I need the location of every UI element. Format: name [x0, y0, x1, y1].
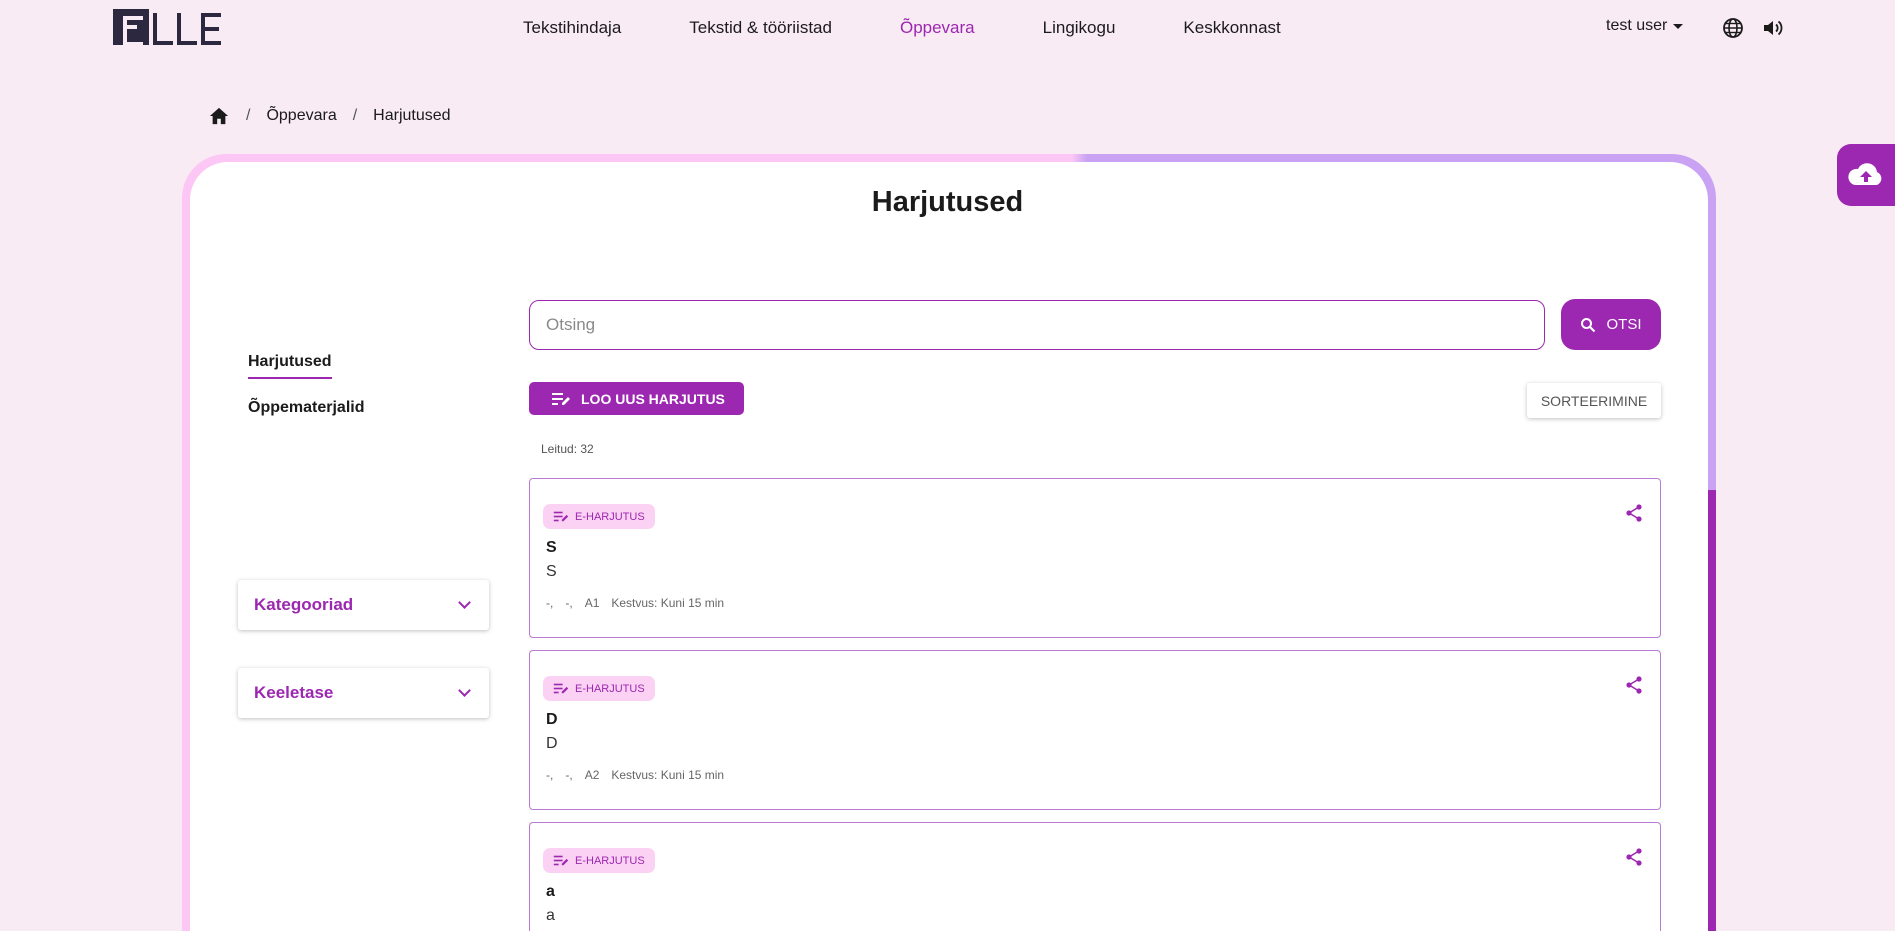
nav-item-lingikogu[interactable]: Lingikogu	[1043, 18, 1116, 38]
breadcrumb-separator: /	[246, 107, 251, 124]
meta-subcategory: -,	[565, 768, 573, 782]
logo-letter-e	[201, 13, 221, 45]
caret-down-icon	[1673, 23, 1684, 29]
exercise-description: D	[546, 735, 558, 752]
logo-e-box	[113, 9, 149, 46]
meta-category: -,	[546, 768, 554, 782]
edit-note-icon	[553, 511, 569, 522]
user-name: test user	[1606, 17, 1668, 34]
exercise-type-badge: E-HARJUTUS	[543, 504, 655, 529]
exercise-description: a	[546, 907, 555, 924]
badge-label: E-HARJUTUS	[575, 854, 645, 867]
search-icon	[1581, 317, 1596, 332]
sort-button[interactable]: SORTEERIMINE	[1527, 383, 1661, 418]
exercise-meta: -, -, A2 Kestvus: Kuni 15 min	[546, 768, 724, 782]
speaker-icon[interactable]	[1761, 16, 1785, 40]
edit-note-icon	[553, 855, 569, 866]
header: Tekstihindaja Tekstid & tööriistad Õppev…	[0, 0, 1895, 56]
badge-label: E-HARJUTUS	[575, 682, 645, 695]
page-title: Harjutused	[871, 186, 1024, 218]
nav-item-tekstid[interactable]: Tekstid & tööriistad	[689, 18, 832, 38]
exercise-title: S	[546, 539, 557, 556]
exercise-title: D	[546, 711, 558, 728]
share-icon[interactable]	[1624, 847, 1644, 867]
exercise-title: a	[546, 883, 555, 900]
home-icon[interactable]	[208, 106, 230, 126]
exercise-card[interactable]: E-HARJUTUS S S -, -, A1 Kestvus: Kuni 15…	[529, 478, 1661, 638]
filter-kategooriad[interactable]: Kategooriad	[238, 580, 489, 630]
exercise-description: S	[546, 563, 557, 580]
search-button-label: OTSI	[1606, 316, 1642, 333]
breadcrumb-item-oppevara[interactable]: Õppevara	[266, 107, 336, 125]
meta-duration: Kestvus: Kuni 15 min	[611, 768, 725, 782]
user-menu[interactable]: test user	[1606, 17, 1684, 35]
exercise-type-badge: E-HARJUTUS	[543, 676, 655, 701]
breadcrumb-item-harjutused: Harjutused	[373, 107, 451, 124]
chevron-down-icon	[458, 596, 471, 609]
exercise-card[interactable]: E-HARJUTUS a a	[529, 822, 1661, 931]
exercise-meta: -, -, A1 Kestvus: Kuni 15 min	[546, 596, 724, 610]
logo-letter-l1	[153, 13, 173, 45]
meta-level: A1	[584, 596, 600, 610]
main-nav: Tekstihindaja Tekstid & tööriistad Õppev…	[523, 0, 1349, 56]
meta-level: A2	[584, 768, 600, 782]
exercise-card[interactable]: E-HARJUTUS D D -, -, A2 Kestvus: Kuni 15…	[529, 650, 1661, 810]
sidebar-tab-harjutused[interactable]: Harjutused	[248, 353, 332, 379]
sidebar-tab-oppematerjalid[interactable]: Õppematerjalid	[248, 399, 364, 417]
create-exercise-label: LOO UUS HARJUTUS	[581, 390, 725, 407]
results-count: Leitud: 32	[541, 442, 594, 456]
filter-keeletase[interactable]: Keeletase	[238, 668, 489, 718]
logo-letter-l2	[177, 13, 197, 45]
meta-duration: Kestvus: Kuni 15 min	[611, 596, 725, 610]
cloud-upload-icon	[1848, 163, 1882, 185]
badge-label: E-HARJUTUS	[575, 510, 645, 523]
share-icon[interactable]	[1624, 503, 1644, 523]
edit-note-icon	[553, 683, 569, 694]
create-exercise-button[interactable]: LOO UUS HARJUTUS	[529, 382, 744, 415]
share-icon[interactable]	[1624, 675, 1644, 695]
filter-label: Keeletase	[254, 683, 334, 702]
globe-icon[interactable]	[1721, 16, 1745, 40]
meta-category: -,	[546, 596, 554, 610]
chevron-down-icon	[458, 684, 471, 697]
meta-subcategory: -,	[565, 596, 573, 610]
breadcrumb: / Õppevara / Harjutused	[208, 106, 451, 126]
nav-item-oppevara[interactable]: Õppevara	[900, 18, 975, 38]
breadcrumb-separator: /	[352, 107, 358, 124]
elle-logo[interactable]	[113, 9, 227, 46]
nav-item-keskkonnast[interactable]: Keskkonnast	[1183, 18, 1280, 38]
filter-label: Kategooriad	[254, 595, 354, 614]
search-input[interactable]	[529, 300, 1545, 350]
search-button[interactable]: OTSI	[1561, 299, 1661, 350]
nav-item-tekstihindaja[interactable]: Tekstihindaja	[523, 18, 621, 38]
edit-note-icon	[552, 392, 570, 405]
exercise-type-badge: E-HARJUTUS	[543, 848, 655, 873]
